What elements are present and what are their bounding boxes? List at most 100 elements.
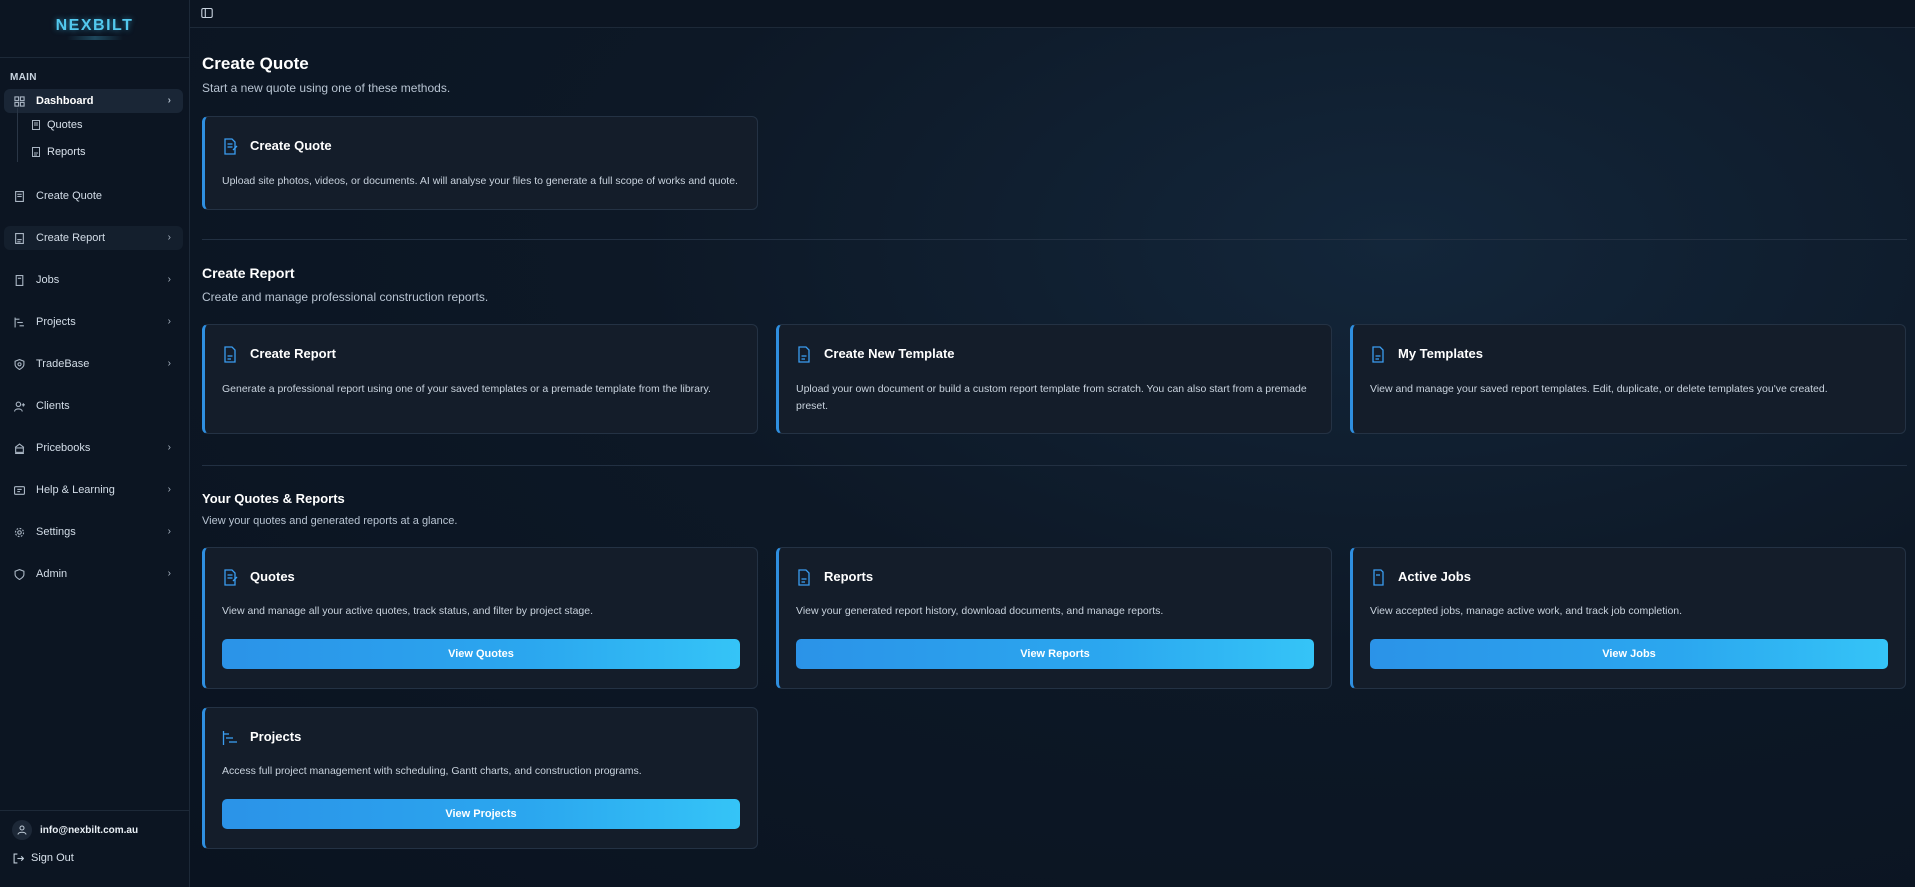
sidebar-item-label: Create Quote: [36, 190, 103, 202]
view-projects-button[interactable]: View Projects: [222, 799, 740, 829]
sidebar-subitem-label: Reports: [47, 146, 86, 158]
card-description: Upload site photos, videos, or documents…: [222, 175, 738, 187]
sidebar-item-label: Settings: [36, 526, 76, 538]
overview-section-subtitle: View your quotes and generated reports a…: [202, 515, 458, 527]
sidebar-subitem-quotes[interactable]: Quotes: [31, 119, 82, 131]
logo-text: NEXBILT: [55, 17, 134, 34]
tradebase-icon: [14, 358, 25, 370]
card-title: My Templates: [1398, 346, 1484, 361]
sidebar-item-create-quote[interactable]: Create Quote: [4, 184, 183, 208]
pricebooks-icon: [14, 442, 25, 454]
sidebar-item-clients[interactable]: Clients: [4, 394, 183, 418]
jobs-icon: [14, 274, 25, 286]
sidebar-subitem-label: Quotes: [47, 119, 83, 131]
report-icon: [31, 147, 41, 157]
jobs-icon: [1373, 569, 1384, 586]
sidebar-item-label: Projects: [36, 316, 76, 328]
card-title: Quotes: [250, 569, 295, 584]
create-quote-card[interactable]: Create Quote Upload site photos, videos,…: [202, 116, 758, 210]
report-icon: [798, 569, 810, 586]
create-report-section-subtitle: Create and manage professional construct…: [202, 290, 489, 304]
card-description: View and manage all your active quotes, …: [222, 605, 594, 617]
submenu-guide-line: [17, 108, 18, 162]
template-icon: [798, 346, 810, 363]
view-quotes-button[interactable]: View Quotes: [222, 639, 740, 669]
logo[interactable]: NEXBILT: [0, 0, 189, 58]
sidebar-item-help-learning[interactable]: Help & Learning ›: [4, 478, 183, 502]
dashboard-icon: [14, 95, 25, 107]
view-jobs-button[interactable]: View Jobs: [1370, 639, 1888, 669]
sidebar-item-dashboard[interactable]: Dashboard ›: [4, 89, 183, 113]
create-quote-section-title: Create Quote: [202, 54, 309, 73]
sidebar-item-label: Admin: [36, 568, 68, 580]
create-new-template-card[interactable]: Create New Template Upload your own docu…: [776, 324, 1332, 434]
chevron-right-icon: ›: [167, 232, 171, 243]
section-divider: [202, 239, 1907, 240]
sidebar-item-label: TradeBase: [36, 358, 90, 370]
sidebar-toggle-icon[interactable]: [201, 7, 213, 19]
sidebar-item-jobs[interactable]: Jobs ›: [4, 268, 183, 292]
sidebar-item-label: Jobs: [36, 274, 60, 286]
card-title: Create Quote: [250, 138, 332, 153]
chevron-right-icon: ›: [167, 274, 171, 285]
quote-icon: [224, 569, 238, 586]
user-account[interactable]: info@nexbilt.com.au: [12, 820, 138, 840]
sidebar-item-admin[interactable]: Admin ›: [4, 562, 183, 586]
reports-card: Reports View your generated report histo…: [776, 547, 1332, 689]
sidebar-item-label: Pricebooks: [36, 442, 91, 454]
sidebar-item-label: Dashboard: [36, 95, 94, 107]
create-report-card[interactable]: Create Report Generate a professional re…: [202, 324, 758, 434]
sidebar-footer: info@nexbilt.com.au Sign Out: [0, 810, 190, 887]
quote-icon: [224, 138, 238, 155]
main-content: Create Quote Start a new quote using one…: [190, 28, 1915, 887]
sidebar-item-label: Clients: [36, 400, 70, 412]
quote-icon: [14, 190, 25, 202]
template-icon: [1372, 346, 1384, 363]
nav-section-label: MAIN: [10, 72, 37, 83]
sidebar: NEXBILT MAIN Dashboard › Quotes Reports …: [0, 0, 190, 887]
top-bar: [190, 0, 1915, 28]
chevron-right-icon: ›: [167, 568, 171, 579]
section-divider: [202, 465, 1907, 466]
sign-out-button[interactable]: Sign Out: [13, 852, 74, 864]
report-icon: [14, 232, 25, 244]
my-templates-card[interactable]: My Templates View and manage your saved …: [1350, 324, 1906, 434]
sidebar-item-tradebase[interactable]: TradeBase ›: [4, 352, 183, 376]
card-description: View and manage your saved report templa…: [1370, 383, 1828, 395]
clients-icon: [14, 401, 25, 412]
sidebar-item-settings[interactable]: Settings ›: [4, 520, 183, 544]
quote-icon: [31, 120, 41, 130]
sidebar-subitem-reports[interactable]: Reports: [31, 146, 86, 158]
card-description: Generate a professional report using one…: [222, 383, 711, 395]
card-description: Access full project management with sche…: [222, 765, 642, 777]
chevron-right-icon: ›: [167, 316, 171, 327]
logo-tagline-graphic: [66, 36, 123, 40]
report-icon: [224, 346, 236, 363]
create-quote-section-subtitle: Start a new quote using one of these met…: [202, 81, 451, 95]
card-description: View your generated report history, down…: [796, 605, 1164, 617]
sidebar-item-create-report[interactable]: Create Report ›: [4, 226, 183, 250]
card-title: Reports: [824, 569, 874, 584]
sidebar-item-pricebooks[interactable]: Pricebooks ›: [4, 436, 183, 460]
sign-out-label: Sign Out: [31, 852, 74, 864]
help-icon: [14, 485, 25, 496]
card-title: Create New Template: [824, 346, 955, 361]
create-report-section-title: Create Report: [202, 265, 295, 281]
user-icon: [12, 820, 32, 840]
card-description: Upload your own document or build a cust…: [796, 383, 1307, 412]
card-description: View accepted jobs, manage active work, …: [1370, 605, 1683, 617]
chevron-right-icon: ›: [167, 442, 171, 453]
chevron-right-icon: ›: [167, 484, 171, 495]
sidebar-item-projects[interactable]: Projects ›: [4, 310, 183, 334]
view-reports-button[interactable]: View Reports: [796, 639, 1314, 669]
admin-icon: [14, 568, 25, 580]
chevron-right-icon: ›: [167, 526, 171, 537]
card-title: Projects: [250, 729, 302, 744]
card-title: Active Jobs: [1398, 569, 1471, 584]
sidebar-item-label: Help & Learning: [36, 484, 115, 496]
projects-icon: [14, 317, 25, 328]
settings-icon: [14, 527, 25, 538]
card-title: Create Report: [250, 346, 336, 361]
projects-card: Projects Access full project management …: [202, 707, 758, 849]
quotes-card: Quotes View and manage all your active q…: [202, 547, 758, 689]
